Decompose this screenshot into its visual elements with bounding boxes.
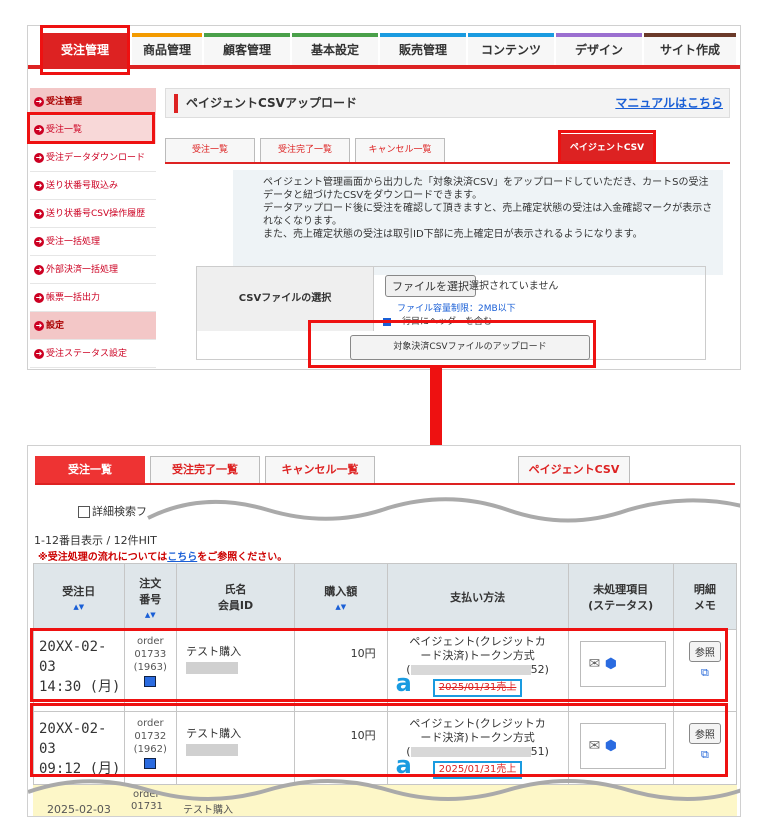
manual-link[interactable]: マニュアルはこちら [615,89,723,117]
table-header: 受注日 ▲▼ 注文 番号 ▲▼ 氏名 会員ID 購入額 ▲▼ 支払い方法 未処理項目 (ステ… [33,563,738,630]
checkbox-icon [78,506,90,518]
tab-order-list[interactable]: 受注一覧 [35,456,145,484]
arrow-icon: ➜ [34,292,44,303]
choose-file-button[interactable]: ファイルを選択 [385,275,476,297]
info-line: れなくなります。 [263,216,342,227]
nav-customers[interactable]: 顧客管理 [204,33,290,65]
col-memo: 明細 メモ [672,563,738,630]
nav-sales[interactable]: 販売管理 [380,33,466,65]
arrow-icon: ➜ [34,320,44,331]
col-date: 受注日 ▲▼ [33,563,125,630]
info-box: ペイジェント管理画面から出力した「対象決済CSV」をアップロードしていただき、カ… [233,170,723,275]
tab-underline [35,483,735,485]
title-accent [174,94,178,113]
arrow-icon: ➜ [34,180,44,191]
nav-site-build[interactable]: サイト作成 [644,33,736,65]
tab-completed-list[interactable]: 受注完了一覧 [260,138,350,162]
tab-order-list[interactable]: 受注一覧 [165,138,255,162]
detail-search-toggle[interactable]: 詳細検索フ [78,503,147,519]
highlight-row-1 [30,628,728,702]
col-order-no: 注文 番号 ▲▼ [123,563,178,630]
arrow-icon: ➜ [34,96,44,107]
sidebar-item-forms-output[interactable]: ➜ 帳票一括出力 [30,284,156,312]
upload-screen-panel: 受注管理 商品管理 顧客管理 基本設定 販売管理 コンテンツ デザイン サイト作… [27,25,741,370]
nav-contents[interactable]: コンテンツ [468,33,554,65]
info-line: データアップロード後に受注を確認して頂きますと、売上確定状態の受注は入金確認マー… [263,203,713,214]
sort-icon[interactable]: ▲▼ [296,603,386,611]
file-status: 選択されていません [469,281,559,292]
col-amount: 購入額 ▲▼ [293,563,388,630]
sidebar-item-external-payment[interactable]: ➜ 外部決済一括処理 [30,256,156,284]
nav-products[interactable]: 商品管理 [132,33,202,65]
nav-underline [28,65,740,69]
sidebar-item-order-download[interactable]: ➜ 受注データダウンロード [30,144,156,172]
highlight-upload-button [308,320,596,368]
sidebar-item-tracking-import[interactable]: ➜ 送り状番号取込み [30,172,156,200]
note-link[interactable]: こちら [167,552,197,563]
col-name: 氏名 会員ID [176,563,295,630]
col-payment: 支払い方法 [386,563,569,630]
tab-cancel-list[interactable]: キャンセル一覧 [355,138,445,162]
page-title: ペイジェントCSVアップロード [186,96,357,110]
cut-wave [28,779,740,801]
sidebar-head-settings: ➜ 設定 [30,312,156,340]
arrow-icon: ➜ [34,236,44,247]
sidebar-item-status-settings[interactable]: ➜ 受注ステータス設定 [30,340,156,368]
file-size-limit: ファイル容量制限：2MB以下 [397,304,516,314]
hit-count: 1-12番目表示 / 12件HIT [34,534,157,547]
highlight-row-2 [30,703,728,777]
arrow-icon: ➜ [34,264,44,275]
sort-icon[interactable]: ▲▼ [35,603,123,611]
arrow-icon: ➜ [34,152,44,163]
tab-paygent-csv[interactable]: ペイジェントCSV [518,456,630,484]
highlight-tab-paygent [558,130,656,164]
sidebar-item-bulk-process[interactable]: ➜ 受注一括処理 [30,228,156,256]
col-status: 未処理項目 (ステータス) [567,563,674,630]
nav-basic-settings[interactable]: 基本設定 [292,33,378,65]
highlight-sidebar-order-list [27,112,155,144]
info-line: ペイジェント管理画面から出力した「対象決済CSV」をアップロードしていただき、カ… [263,177,709,188]
tab-completed-list[interactable]: 受注完了一覧 [150,456,260,484]
sidebar-item-tracking-history[interactable]: ➜ 送り状番号CSV操作履歴 [30,200,156,228]
info-line: データと紐づけたCSVをダウンロードできます。 [263,190,483,201]
nav-design[interactable]: デザイン [556,33,642,65]
process-note: ※受注処理の流れについてはこちらをご参照ください。 [38,552,288,563]
arrow-icon: ➜ [34,348,44,359]
page-title-bar: ペイジェントCSVアップロード マニュアルはこちら [165,88,730,118]
arrow-icon: ➜ [34,208,44,219]
tab-cancel-list[interactable]: キャンセル一覧 [265,456,375,484]
highlight-nav-order [40,25,130,75]
sort-icon[interactable]: ▲▼ [126,611,176,619]
info-line: また、売上確定状態の受注は取引ID下部に売上確定日が表示されるようになります。 [263,229,643,240]
